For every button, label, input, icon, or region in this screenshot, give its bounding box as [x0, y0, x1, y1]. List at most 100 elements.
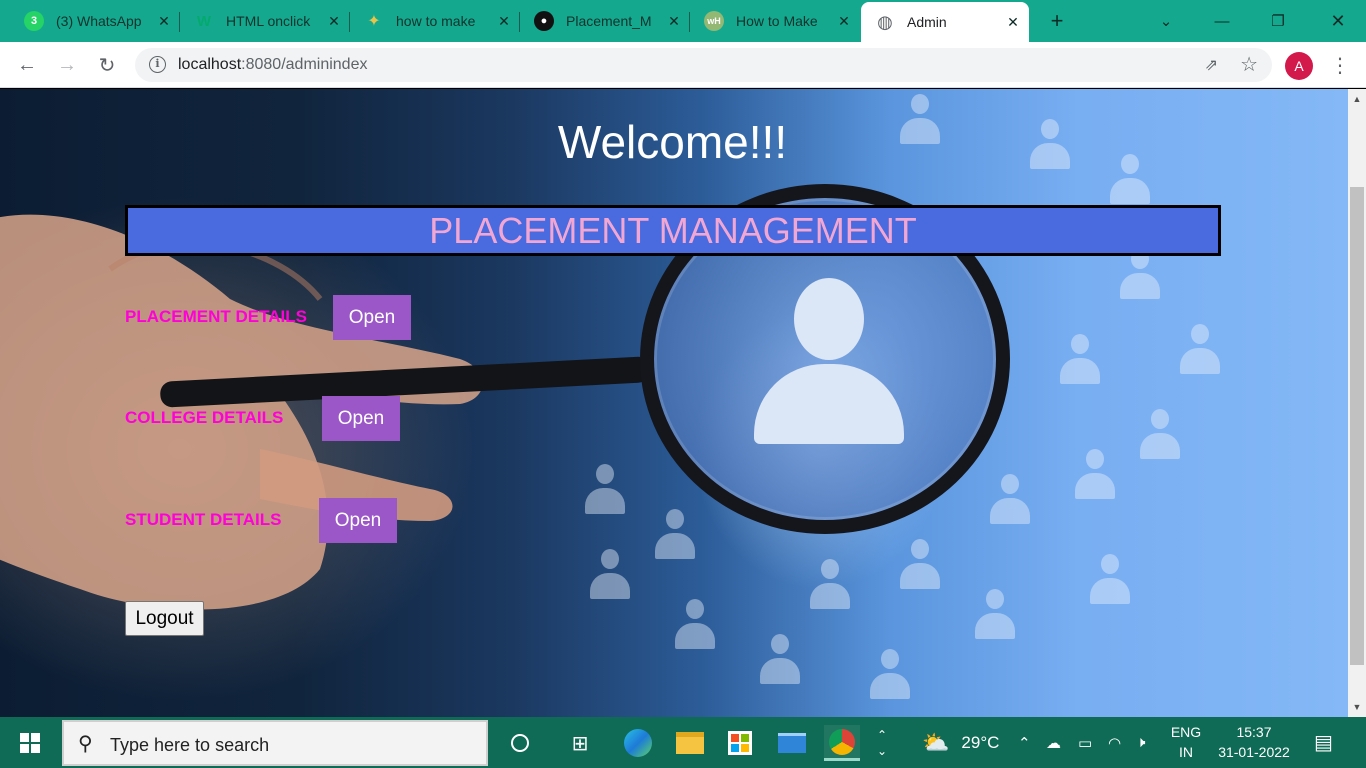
tab-search-chevron-icon[interactable]: ⌄: [1138, 0, 1194, 42]
minimize-button[interactable]: —: [1194, 0, 1250, 42]
person-silhouette: [1075, 449, 1115, 509]
tab-title: HTML onclick: [226, 13, 311, 29]
tab-title: (3) WhatsApp: [56, 13, 142, 29]
person-silhouette: [870, 649, 910, 709]
tab-whatsapp[interactable]: 3 (3) WhatsApp ✕: [10, 0, 180, 42]
person-silhouette: [1120, 249, 1160, 309]
onedrive-error-icon[interactable]: ☁: [1046, 717, 1061, 768]
scroll-up-arrow-icon[interactable]: ▲: [1348, 91, 1366, 107]
tab-strip: 3 (3) WhatsApp ✕ W HTML onclick ✕ ✦ how …: [0, 0, 1366, 42]
address-bar[interactable]: i localhost:8080/adminindex ⇗ ☆: [135, 48, 1272, 82]
restore-button[interactable]: ❐: [1250, 0, 1306, 42]
windows-logo-icon: [20, 732, 40, 753]
volume-muted-icon[interactable]: 🕨: [1136, 717, 1145, 768]
tab-title: how to make: [396, 13, 476, 29]
show-hidden-icons-chevron-icon[interactable]: ⌃: [1018, 717, 1031, 768]
person-silhouette: [1140, 409, 1180, 469]
close-icon[interactable]: ✕: [326, 13, 342, 29]
wifi-icon[interactable]: ◠: [1108, 717, 1121, 768]
page-scrollbar[interactable]: ▲ ▼: [1348, 89, 1366, 717]
logout-button[interactable]: Logout: [125, 601, 204, 636]
scroll-down-arrow-icon[interactable]: ▼: [1348, 699, 1366, 715]
person-silhouette: [760, 634, 800, 694]
region-code: IN: [1179, 744, 1193, 760]
search-placeholder: Type here to search: [110, 735, 270, 755]
battery-icon[interactable]: ▭: [1078, 717, 1092, 768]
close-icon[interactable]: ✕: [156, 13, 172, 29]
start-button[interactable]: [0, 717, 60, 768]
placement-details-label: PLACEMENT DETAILS: [125, 307, 307, 326]
file-explorer-icon[interactable]: [672, 725, 708, 761]
person-silhouette: [675, 599, 715, 659]
tab-title: Admin: [907, 14, 947, 30]
input-language[interactable]: ENG IN: [1166, 722, 1206, 762]
system-clock[interactable]: 15:37 31-01-2022: [1208, 722, 1300, 762]
new-tab-button[interactable]: +: [1044, 8, 1070, 34]
mail-icon[interactable]: [774, 725, 810, 761]
close-icon[interactable]: ✕: [666, 13, 682, 29]
search-result-icon: ✦: [367, 13, 381, 30]
windows-taskbar: ⚲ Type here to search ⊞ ⌃ ⌄ ⛅ 29°C ⌃ ☁ ▭ …: [0, 717, 1366, 768]
close-icon[interactable]: ✕: [496, 13, 512, 29]
task-view-icon[interactable]: ⊞: [562, 725, 598, 761]
notifications-icon[interactable]: ▤: [1314, 717, 1333, 768]
bookmark-star-icon[interactable]: ☆: [1240, 52, 1258, 77]
share-icon[interactable]: ⇗: [1205, 55, 1218, 75]
person-silhouette: [590, 549, 630, 609]
tab-admin[interactable]: ◍ Admin ✕: [861, 2, 1029, 42]
tab-github[interactable]: ● Placement_M ✕: [520, 0, 690, 42]
taskbar-overflow-arrows-icon[interactable]: ⌃ ⌄: [870, 725, 894, 761]
close-window-button[interactable]: ✕: [1310, 0, 1366, 42]
reload-button[interactable]: ↻: [93, 51, 121, 79]
close-icon[interactable]: ✕: [836, 13, 852, 29]
tab-how-to-make[interactable]: ✦ how to make ✕: [350, 0, 520, 42]
weather-temperature: 29°C: [961, 732, 1000, 752]
welcome-heading: Welcome!!!: [557, 116, 788, 168]
page-title-banner: PLACEMENT MANAGEMENT: [125, 205, 1221, 256]
taskbar-search-box[interactable]: ⚲ Type here to search: [62, 720, 488, 766]
person-silhouette: [900, 539, 940, 599]
cortana-icon[interactable]: [502, 725, 538, 761]
language-code: ENG: [1170, 724, 1202, 740]
site-info-icon[interactable]: i: [149, 56, 166, 73]
chrome-icon[interactable]: [824, 725, 860, 761]
lens-person-figure: [754, 278, 904, 448]
globe-icon: ◍: [877, 11, 893, 32]
search-icon: ⚲: [78, 733, 93, 755]
placement-open-button[interactable]: Open: [333, 295, 411, 340]
person-silhouette: [1090, 554, 1130, 614]
weather-widget[interactable]: ⛅ 29°C: [922, 717, 999, 768]
tab-html-onclick[interactable]: W HTML onclick ✕: [180, 0, 350, 42]
person-silhouette: [810, 559, 850, 619]
person-silhouette: [655, 509, 695, 569]
partly-cloudy-icon: ⛅: [922, 729, 950, 755]
person-silhouette: [585, 464, 625, 524]
college-details-label: COLLEGE DETAILS: [125, 408, 284, 427]
w3schools-icon: W: [196, 12, 212, 30]
student-details-label: STUDENT DETAILS: [125, 510, 282, 529]
browser-menu-icon[interactable]: ⋮: [1330, 52, 1350, 80]
profile-avatar[interactable]: A: [1285, 52, 1313, 80]
microsoft-store-icon[interactable]: [722, 725, 758, 761]
forward-button[interactable]: →: [53, 51, 81, 79]
student-open-button[interactable]: Open: [319, 498, 397, 543]
tab-title: Placement_M: [566, 13, 652, 29]
browser-toolbar: ← → ↻ i localhost:8080/adminindex ⇗ ☆: [0, 42, 1366, 88]
url-text[interactable]: localhost:8080/adminindex: [178, 56, 367, 74]
person-silhouette: [1180, 324, 1220, 384]
person-silhouette: [975, 589, 1015, 649]
url-path: :8080/adminindex: [241, 56, 368, 73]
person-silhouette: [1060, 334, 1100, 394]
college-open-button[interactable]: Open: [322, 396, 400, 441]
clock-time: 15:37: [1236, 724, 1272, 740]
wikihow-icon: wH: [704, 11, 724, 31]
person-silhouette: [990, 474, 1030, 534]
whatsapp-icon: 3: [24, 11, 44, 31]
scrollbar-thumb[interactable]: [1350, 187, 1364, 665]
url-host: localhost: [178, 56, 242, 73]
back-button[interactable]: ←: [13, 51, 41, 79]
tab-wikihow[interactable]: wH How to Make ✕: [690, 0, 860, 42]
edge-icon[interactable]: [620, 725, 656, 761]
tab-title: How to Make: [736, 13, 818, 29]
close-icon[interactable]: ✕: [1005, 14, 1021, 30]
